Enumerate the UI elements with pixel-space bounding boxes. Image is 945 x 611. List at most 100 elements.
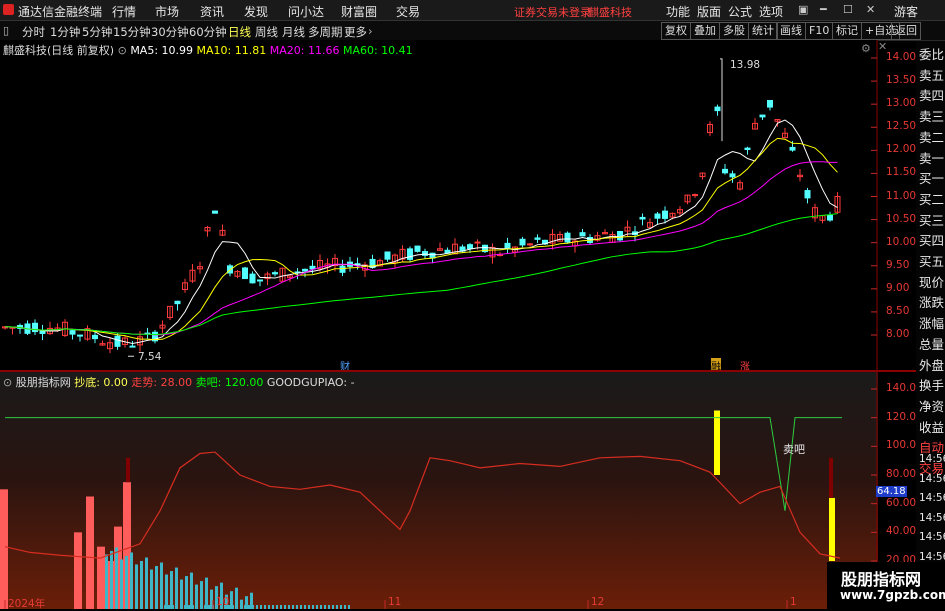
menu-gongshi[interactable]: 公式 — [728, 3, 752, 20]
ind-cyan-bar — [180, 605, 182, 609]
ind-cyan-bar — [320, 605, 322, 609]
back-button[interactable]: 返回 — [891, 22, 921, 40]
menu-wenxiaoda[interactable]: 问小达 — [288, 3, 324, 20]
ind-cyan-bar — [160, 562, 163, 609]
ind-red-bar — [97, 546, 105, 609]
ind-axis-label: 60.00 — [886, 496, 917, 509]
duogu-button[interactable]: 多股 — [719, 22, 749, 40]
ind-cyan-bar — [185, 576, 188, 609]
side-panel-item: 卖一 — [919, 150, 945, 166]
ind-cyan-bar — [300, 605, 302, 609]
menu-hangqing[interactable]: 行情 — [112, 3, 136, 20]
diejia-button[interactable]: 叠加 — [690, 22, 720, 40]
ind-cyan-bar — [145, 557, 148, 609]
candle-body — [384, 251, 391, 260]
ma20-label: MA20: 11.66 — [269, 44, 340, 57]
tongji-button[interactable]: 统计 — [748, 22, 778, 40]
ind-cyan-bar — [304, 605, 306, 609]
menu-xuanxiang[interactable]: 选项 — [759, 3, 783, 20]
ind-cyan-bar — [105, 554, 108, 609]
ind-cyan-bar — [324, 605, 326, 609]
side-panel-item: 卖三 — [919, 109, 945, 125]
candle-body — [129, 345, 136, 348]
indicator-settings-icon[interactable]: ⊙ — [3, 376, 12, 389]
menu-shichang[interactable]: 市场 — [155, 3, 179, 20]
ind-cyan-bar — [244, 605, 246, 609]
date-label: 1 — [790, 596, 797, 608]
ind-cyan-bar — [115, 547, 118, 609]
candle-body — [69, 330, 76, 335]
menu-zixun[interactable]: 资讯 — [200, 3, 224, 20]
period-more[interactable]: 更多 — [344, 24, 367, 40]
ind-cyan-bar — [308, 605, 310, 609]
ind-cyan-bar — [200, 581, 203, 609]
period-1min[interactable]: 1分钟 — [50, 24, 80, 40]
biaoji-button[interactable]: 标记 — [832, 22, 862, 40]
chart-close-icon[interactable]: ✕ — [878, 40, 887, 53]
side-panel-item: 14:56 — [919, 472, 945, 485]
close-icon[interactable]: ✕ — [866, 3, 875, 16]
side-panel-item: 14:56 — [919, 550, 945, 563]
ind-cyan-bar — [312, 605, 314, 609]
ma10-label: MA10: 11.81 — [196, 44, 267, 57]
fuquan-button[interactable]: 复权 — [661, 22, 691, 40]
panel-toggle-icon[interactable]: ▯ — [3, 24, 9, 37]
ind-cyan-bar — [208, 605, 210, 609]
menu-caifuquan[interactable]: 财富圈 — [341, 3, 377, 20]
ind-cyan-bar — [232, 605, 234, 609]
ind-cyan-bar — [288, 605, 290, 609]
login-status[interactable]: 证券交易未登录 — [514, 4, 591, 20]
side-panel-item: 14:56 — [919, 531, 945, 543]
period-60min[interactable]: 60分钟 — [189, 24, 227, 40]
price-axis-label: 13.50 — [886, 74, 917, 87]
huaxian-button[interactable]: 画线 — [776, 22, 806, 40]
price-axis-label: 11.50 — [886, 166, 917, 179]
menu-banmian[interactable]: 版面 — [697, 3, 721, 20]
app-title: 通达信金融终端 — [18, 5, 103, 19]
candlestick-chart[interactable] — [0, 40, 878, 370]
period-multi[interactable]: 多周期 — [308, 24, 343, 40]
menu-gongneng[interactable]: 功能 — [666, 3, 690, 20]
ind-cyan-bar — [340, 605, 342, 609]
f10-button[interactable]: F10 — [805, 22, 834, 40]
period-month[interactable]: 月线 — [282, 24, 305, 40]
candle-body — [714, 106, 721, 112]
candle-body — [564, 232, 571, 243]
date-label: 10 — [216, 596, 230, 608]
indicator-chart[interactable] — [0, 372, 878, 609]
period-15min[interactable]: 15分钟 — [113, 24, 151, 40]
side-panel-item: 总量 — [919, 336, 945, 352]
period-30min[interactable]: 30分钟 — [151, 24, 189, 40]
side-panel-item: 卖四 — [919, 88, 945, 104]
candle-body — [257, 279, 263, 282]
menu-faxian[interactable]: 发现 — [244, 3, 268, 20]
stock-name-label: 麒盛科技(日线 前复权) — [3, 44, 115, 57]
skin-icon[interactable]: ▣ — [798, 3, 808, 16]
candle-body — [77, 334, 83, 337]
low-price-label: 7.54 — [138, 351, 162, 363]
candle-body — [249, 273, 256, 284]
ind-cyan-bar — [175, 567, 178, 609]
period-week[interactable]: 周线 — [255, 24, 278, 40]
period-5min[interactable]: 5分钟 — [82, 24, 112, 40]
side-panel-item: 涨幅 — [919, 316, 945, 332]
more-chevron-icon[interactable]: › — [368, 24, 373, 38]
side-panel-item: 14:56 — [919, 492, 945, 504]
maximize-icon[interactable]: ☐ — [843, 3, 853, 16]
candle-body — [114, 335, 121, 347]
period-fenshi[interactable]: 分时 — [22, 24, 45, 40]
ind-cyan-bar — [164, 605, 166, 609]
chart-settings-icon[interactable]: ⚙ — [861, 42, 871, 55]
minimize-icon[interactable]: ━ — [820, 3, 827, 16]
price-axis-label: 12.50 — [886, 120, 917, 133]
menu-jiaoyi[interactable]: 交易 — [396, 3, 420, 20]
ind-cyan-bar — [192, 605, 194, 609]
watermark-line2: www.7gpzb.com — [840, 588, 945, 602]
ind-cyan-bar — [296, 605, 298, 609]
ind-cyan-bar — [188, 605, 190, 609]
period-day[interactable]: 日线 — [228, 24, 251, 40]
guest-button[interactable]: 游客 — [894, 3, 918, 20]
ind-cyan-bar — [205, 577, 208, 609]
settings-icon[interactable]: ⊙ — [118, 44, 127, 57]
ind-cyan-bar — [160, 605, 162, 609]
